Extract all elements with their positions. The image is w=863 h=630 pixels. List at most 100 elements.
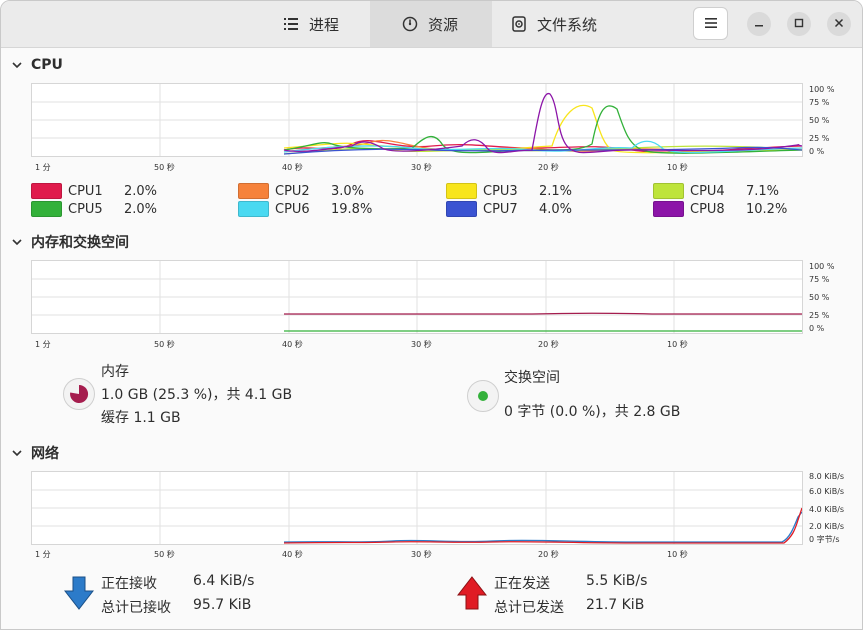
arrow-down-icon [63,576,95,610]
chevron-down-icon [12,239,22,246]
cpu-y-tick: 100 % [809,85,835,94]
sending-label: 正在发送 [494,576,550,592]
cpu6-value: 19.8% [331,201,373,217]
cpu1-legend[interactable]: CPU1 2.0% [31,183,157,199]
tab-filesystems[interactable]: 文件系统 [497,1,617,47]
hamburger-icon [704,16,717,32]
memory-x-tick: 20 秒 [538,340,559,349]
tab-resources[interactable]: 资源 [370,1,492,47]
network-x-tick: 1 分 [35,550,51,559]
cpu2-legend[interactable]: CPU2 3.0% [238,183,364,199]
cpu-section-toggle[interactable]: CPU [11,57,63,73]
cpu-x-tick: 10 秒 [667,163,688,172]
cpu7-legend[interactable]: CPU7 4.0% [446,201,572,217]
cpu-x-tick: 1 分 [35,163,51,172]
cpu-history-graph [31,83,803,157]
arrow-up-icon [456,576,488,610]
tab-processes[interactable]: 进程 [269,1,369,47]
chevron-down-icon [12,62,22,69]
cpu4-color-swatch[interactable] [653,183,684,199]
chevron-down-icon [12,450,22,457]
maximize-icon [794,17,804,31]
cpu-section-title: CPU [31,57,63,73]
network-x-tick: 10 秒 [667,550,688,559]
memory-x-tick: 10 秒 [667,340,688,349]
main-menu-button[interactable] [693,7,728,40]
memory-history-graph [31,260,803,334]
memory-section-toggle[interactable]: 内存和交换空间 [11,232,129,252]
network-y-tick: 6.0 KiB/s [809,487,845,496]
close-icon [834,17,844,31]
cpu1-name: CPU1 [68,183,103,199]
cpu8-value: 10.2% [746,201,788,217]
total-received-value: 95.7 KiB [193,597,252,613]
memory-x-tick: 40 秒 [282,340,303,349]
memory-section-title: 内存和交换空间 [31,235,129,251]
cpu7-value: 4.0% [539,201,573,217]
cpu1-color-swatch[interactable] [31,183,62,199]
cpu5-name: CPU5 [68,201,103,217]
receiving-value: 6.4 KiB/s [193,573,255,589]
minimize-icon [754,17,764,31]
sending-value: 5.5 KiB/s [586,573,648,589]
cpu-x-tick: 30 秒 [411,163,432,172]
cpu-y-tick: 0 % [809,147,825,156]
cpu5-color-swatch[interactable] [31,201,62,217]
network-section-title: 网络 [31,446,59,462]
close-button[interactable] [827,12,851,36]
cpu3-name: CPU3 [483,183,518,199]
cpu7-name: CPU7 [483,201,518,217]
cpu3-value: 2.1% [539,183,573,199]
cpu-y-tick: 25 % [809,134,830,143]
memory-cache-value: 缓存 1.1 GB [101,410,181,426]
cpu6-legend[interactable]: CPU6 19.8% [238,201,372,217]
receive-color-button[interactable] [63,576,95,614]
cpu2-color-swatch[interactable] [238,183,269,199]
network-y-tick: 0 字节/s [809,535,840,544]
memory-x-tick: 1 分 [35,340,51,349]
cpu8-color-swatch[interactable] [653,201,684,217]
network-x-tick: 50 秒 [154,550,175,559]
cpu6-color-swatch[interactable] [238,201,269,217]
memory-pie-icon [70,384,89,403]
cpu5-value: 2.0% [124,201,158,217]
memory-y-tick: 100 % [809,262,835,271]
network-history-graph [31,471,803,545]
minimize-button[interactable] [747,12,771,36]
swap-pie-button[interactable] [467,380,499,412]
cpu-x-tick: 50 秒 [154,163,175,172]
cpu3-color-swatch[interactable] [446,183,477,199]
list-icon [283,16,299,32]
cpu2-name: CPU2 [275,183,310,199]
cpu2-value: 3.0% [331,183,365,199]
total-received-label: 总计已接收 [101,600,171,616]
memory-x-tick: 50 秒 [154,340,175,349]
cpu1-value: 2.0% [124,183,158,199]
tab-resources-label: 资源 [428,15,459,34]
cpu-y-tick: 75 % [809,98,830,107]
memory-pie-button[interactable] [63,378,95,410]
cpu-x-tick: 20 秒 [538,163,559,172]
swap-info: 交换空间 0 字节 (0.0 %)，共 2.8 GB [504,361,680,429]
cpu3-legend[interactable]: CPU3 2.1% [446,183,572,199]
network-y-tick: 8.0 KiB/s [809,472,845,481]
maximize-button[interactable] [787,12,811,36]
memory-y-tick: 50 % [809,293,830,302]
tab-processes-label: 进程 [309,15,340,34]
cpu8-name: CPU8 [690,201,725,217]
swap-usage-value: 0 字节 (0.0 %)，共 2.8 GB [504,404,681,420]
swap-pie-icon [478,391,488,401]
cpu5-legend[interactable]: CPU5 2.0% [31,201,157,217]
cpu-y-tick: 50 % [809,116,830,125]
memory-y-tick: 0 % [809,324,825,333]
tab-filesystems-label: 文件系统 [537,15,598,34]
cpu8-legend[interactable]: CPU8 10.2% [653,201,787,217]
cpu4-name: CPU4 [690,183,725,199]
cpu4-legend[interactable]: CPU4 7.1% [653,183,779,199]
memory-info: 内存 1.0 GB (25.3 %)，共 4.1 GB 缓存 1.1 GB [101,361,292,430]
send-color-button[interactable] [456,576,488,614]
cpu7-color-swatch[interactable] [446,201,477,217]
network-x-tick: 30 秒 [411,550,432,559]
network-section-toggle[interactable]: 网络 [11,443,59,463]
total-sent-label: 总计已发送 [494,600,564,616]
